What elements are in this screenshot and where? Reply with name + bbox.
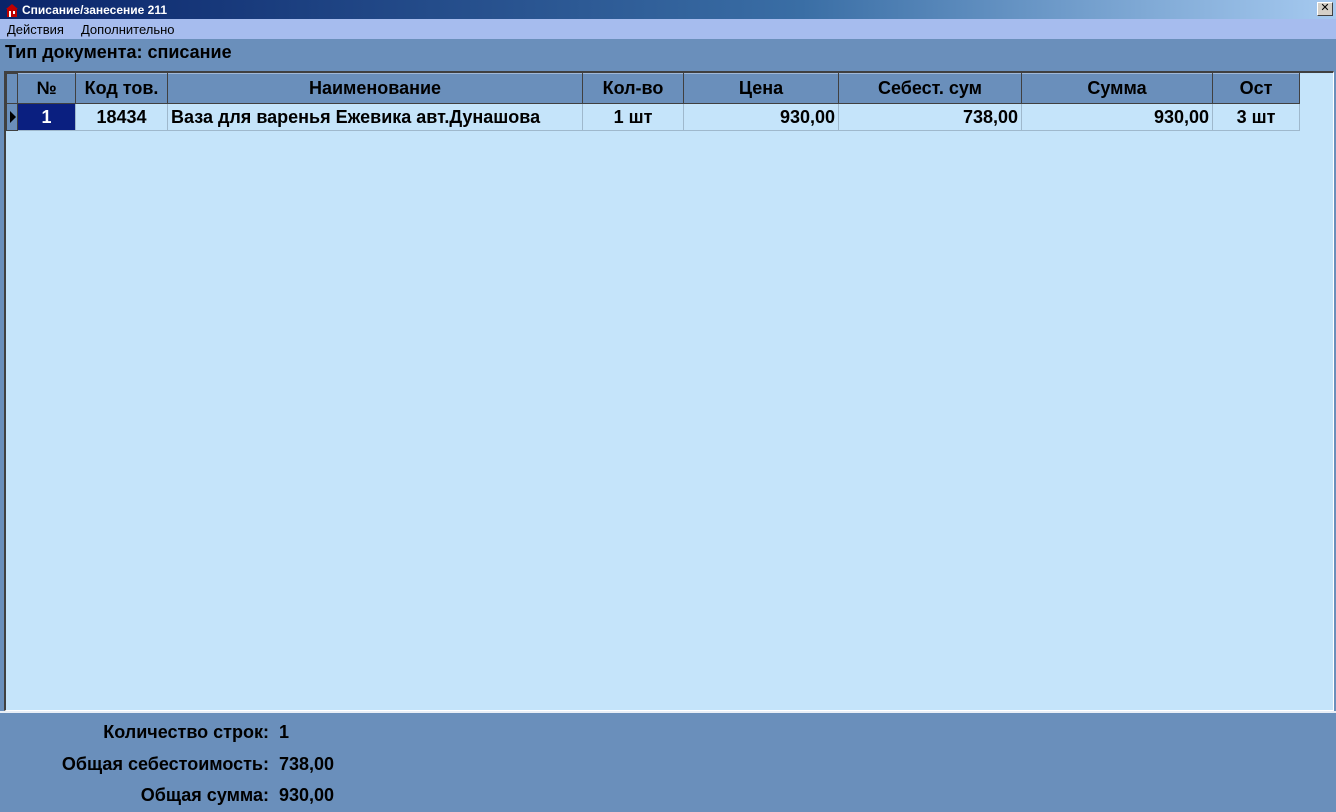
items-table: № Код тов. Наименование Кол-во Цена Себе… (6, 73, 1300, 131)
cell-name[interactable]: Ваза для варенья Ежевика авт.Дунашова (167, 103, 583, 131)
close-button[interactable]: ✕ (1317, 2, 1333, 16)
table-row[interactable]: 1 18434 Ваза для варенья Ежевика авт.Дун… (6, 103, 1300, 131)
total-sum-value: 930,00 (279, 785, 335, 805)
total-cost: Общая себестоимость: 738,00 (0, 754, 334, 775)
current-row-arrow-icon (10, 111, 16, 123)
cell-code[interactable]: 18434 (75, 103, 168, 131)
rows-count-value: 1 (279, 722, 290, 742)
rows-count: Количество строк: 1 (0, 722, 289, 743)
close-icon: ✕ (1320, 2, 1330, 14)
cell-sum[interactable]: 930,00 (1021, 103, 1213, 131)
column-header-sum[interactable]: Сумма (1021, 73, 1213, 104)
total-sum: Общая сумма: 930,00 (0, 785, 334, 806)
window-title: Списание/занесение 211 (22, 2, 168, 17)
column-header-qty[interactable]: Кол-во (582, 73, 684, 104)
row-indicator[interactable] (6, 103, 18, 131)
cell-stock[interactable]: 3 шт (1212, 103, 1300, 131)
items-grid[interactable]: № Код тов. Наименование Кол-во Цена Себе… (4, 71, 1334, 711)
total-cost-label: Общая себестоимость: (61, 754, 269, 774)
column-header-code[interactable]: Код тов. (75, 73, 168, 104)
column-header-name[interactable]: Наименование (167, 73, 583, 104)
row-indicator-header (6, 73, 18, 104)
column-header-cost-sum[interactable]: Себест. сум (838, 73, 1022, 104)
menu-item-additional[interactable]: Дополнительно (74, 22, 185, 37)
cell-num[interactable]: 1 (17, 103, 76, 131)
column-header-num[interactable]: № (17, 73, 76, 104)
total-sum-label: Общая сумма: (140, 785, 269, 805)
grid-header-row: № Код тов. Наименование Кол-во Цена Себе… (6, 73, 1300, 104)
app-icon (4, 2, 20, 18)
document-type-label: Тип документа: списание (0, 39, 1336, 71)
cell-cost-sum[interactable]: 738,00 (838, 103, 1022, 131)
column-header-stock[interactable]: Ост (1212, 73, 1300, 104)
totals-panel: Количество строк: 1 Общая себестоимость:… (0, 711, 1336, 812)
cell-price[interactable]: 930,00 (683, 103, 839, 131)
title-bar: Списание/занесение 211 ✕ (0, 0, 1336, 19)
menu-item-actions[interactable]: Действия (0, 22, 74, 37)
menu-bar: Действия Дополнительно (0, 19, 1336, 39)
cell-qty[interactable]: 1 шт (582, 103, 684, 131)
rows-count-label: Количество строк: (103, 722, 269, 742)
column-header-price[interactable]: Цена (683, 73, 839, 104)
total-cost-value: 738,00 (279, 754, 335, 774)
